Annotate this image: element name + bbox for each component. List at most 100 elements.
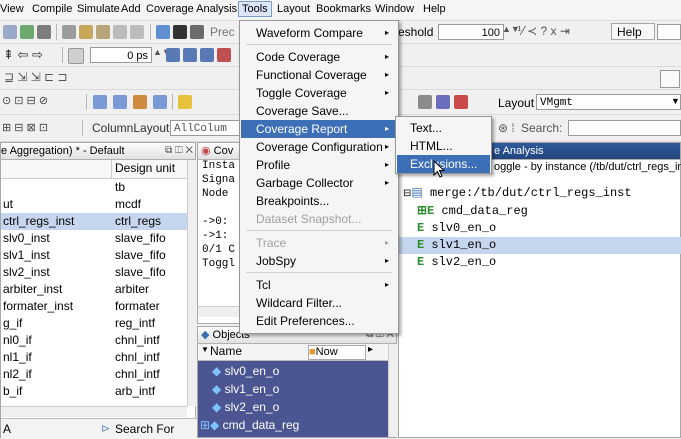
submenu-item-html[interactable]: HTML... xyxy=(397,137,490,155)
toggle-item-row[interactable]: E slv2_en_o xyxy=(399,254,681,271)
redo-icon[interactable] xyxy=(130,25,144,39)
menu-tools[interactable]: Tools xyxy=(238,1,272,17)
menu-item-coverage-report[interactable]: Coverage Report ▸ xyxy=(241,120,397,138)
structure-row[interactable]: nl2_if chnl_intf xyxy=(1,366,187,383)
run-all-icon[interactable] xyxy=(200,48,214,62)
open-icon[interactable] xyxy=(3,25,17,39)
menu-bookmarks[interactable]: Bookmarks xyxy=(316,3,371,15)
search-options-icon[interactable]: ⊛ ⁞ xyxy=(498,121,515,135)
copy-icon[interactable] xyxy=(79,25,93,39)
toggle-item-row[interactable]: ⊞E cmd_data_reg xyxy=(399,203,681,220)
hierarchy-icons[interactable]: ⊞ ⊟ ⊠ ⊡ xyxy=(2,121,48,134)
menu-item-breakpoints[interactable]: Breakpoints... xyxy=(241,192,397,210)
toggle-item-row[interactable]: E slv1_en_o xyxy=(399,237,681,254)
menu-help[interactable]: Help xyxy=(423,3,446,15)
menu-item-wildcard-filter[interactable]: Wildcard Filter... xyxy=(241,294,397,312)
wave-color-icon[interactable] xyxy=(133,95,147,109)
analysis-root[interactable]: ⊟▤ merge:/tb/dut/ctrl_regs_inst xyxy=(403,185,632,200)
chevron-down-icon[interactable]: ▼ xyxy=(671,96,680,106)
object-name: slv0_en_o xyxy=(224,364,280,378)
structure-row[interactable]: tb xyxy=(1,179,187,196)
object-row[interactable]: ◆ slv2_en_o xyxy=(212,399,279,415)
menu-item-waveform-compare[interactable]: Waveform Compare ▸ xyxy=(241,24,397,42)
objects-column-menu-icon[interactable]: ▸ xyxy=(368,344,373,355)
structure-row[interactable]: ut mcdf xyxy=(1,196,187,213)
menu-item-profile[interactable]: Profile ▸ xyxy=(241,156,397,174)
menu-item-jobspy[interactable]: JobSpy ▸ xyxy=(241,252,397,270)
structure-row[interactable]: slv2_inst slave_fifo xyxy=(1,264,187,281)
menu-layout[interactable]: Layout xyxy=(277,3,310,15)
search-go-icon[interactable]: ⊳ xyxy=(101,422,110,435)
undo-icon[interactable] xyxy=(113,25,127,39)
menu-item-tcl[interactable]: Tcl ▸ xyxy=(241,276,397,294)
objects-list: ◆ slv0_en_o ◆ slv1_en_o ◆ slv2_en_o ⊞◆ cmd_… xyxy=(198,361,388,437)
column-layout-select[interactable]: AllColum xyxy=(170,120,240,136)
structure-row[interactable]: nl1_if chnl_intf xyxy=(1,349,187,366)
toggle-item-row[interactable]: E slv0_en_o xyxy=(399,220,681,237)
search-for-label[interactable]: Search For xyxy=(115,422,174,436)
menu-item-edit-preferences[interactable]: Edit Preferences... xyxy=(241,312,397,330)
column-header-name[interactable]: Name xyxy=(210,344,242,358)
grid-icon[interactable] xyxy=(418,95,432,109)
continue-icon[interactable] xyxy=(183,48,197,62)
wave-add-icon[interactable] xyxy=(93,95,107,109)
object-row[interactable]: ◆ slv1_en_o xyxy=(212,381,279,397)
structure-row[interactable]: arbiter_inst arbiter xyxy=(1,281,187,298)
object-row[interactable]: ◆ slv0_en_o xyxy=(212,363,279,379)
menu-item-coverage-save[interactable]: Coverage Save... xyxy=(241,102,397,120)
wave-remove-icon[interactable] xyxy=(113,95,127,109)
refresh-icon[interactable] xyxy=(20,25,34,39)
toolbar-misc-icons[interactable]: ⅟ ≺ ? x ⇥ xyxy=(517,24,570,38)
structure-row[interactable]: nl0_if chnl_intf xyxy=(1,332,187,349)
structure-row[interactable]: slv0_inst slave_fifo xyxy=(1,230,187,247)
run-icon[interactable] xyxy=(166,48,180,62)
print-icon[interactable] xyxy=(37,25,51,39)
close-wave-icon[interactable] xyxy=(454,95,468,109)
menu-window[interactable]: Window xyxy=(375,3,414,15)
run-length-input[interactable]: 0 ps xyxy=(90,47,152,63)
binoculars-icon[interactable] xyxy=(173,25,187,39)
step-icons[interactable]: ⊙ ⊡ ⊟ ⊘ xyxy=(2,94,48,107)
submenu-item-text[interactable]: Text... xyxy=(397,119,490,137)
cut-icon[interactable] xyxy=(62,25,76,39)
cursor-icon[interactable] xyxy=(178,95,192,109)
objects-vertical-scrollbar[interactable] xyxy=(388,344,398,437)
wave-edit-icons[interactable]: ⊒ ⇲ ⇲ ⊏ ⊐ xyxy=(4,70,68,84)
menu-item-toggle-coverage[interactable]: Toggle Coverage ▸ xyxy=(241,84,397,102)
nav-arrows-icon[interactable]: ⇞ ⇦ ⇨ xyxy=(3,47,43,63)
find-icon[interactable] xyxy=(156,25,170,39)
menu-item-coverage-configuration[interactable]: Coverage Configuration ▸ xyxy=(241,138,397,156)
help-button[interactable]: Help xyxy=(611,23,655,40)
pane-window-controls-icon[interactable]: ⧉ ◫ ✕ xyxy=(165,143,193,159)
structure-row[interactable]: ctrl_regs_inst ctrl_regs xyxy=(1,213,187,230)
structure-row[interactable]: slv1_inst slave_fifo xyxy=(1,247,187,264)
menu-coverage-analysis[interactable]: Coverage Analysis xyxy=(146,3,237,15)
help-search-input[interactable] xyxy=(657,24,681,40)
menu-compile[interactable]: Compile xyxy=(32,3,72,15)
layout-icon[interactable] xyxy=(190,25,204,39)
structure-row[interactable]: formater_inst formater xyxy=(1,298,187,315)
search-input[interactable] xyxy=(568,120,681,136)
now-column-header[interactable]: ■Now xyxy=(308,345,366,360)
layout-select[interactable]: VMgmt xyxy=(536,94,681,110)
panel-toggle-button[interactable] xyxy=(660,70,680,88)
threshold-input[interactable]: 100 xyxy=(438,24,504,40)
structure-row[interactable]: b_if arb_intf xyxy=(1,383,187,400)
structure-row[interactable]: g_if reg_intf xyxy=(1,315,187,332)
paste-icon[interactable] xyxy=(96,25,110,39)
structure-vertical-scrollbar[interactable] xyxy=(187,160,197,406)
menu-add[interactable]: Add xyxy=(121,3,141,15)
menu-simulate[interactable]: Simulate xyxy=(77,3,120,15)
menu-item-garbage-collector[interactable]: Garbage Collector ▸ xyxy=(241,174,397,192)
object-row[interactable]: ⊞◆ cmd_data_reg xyxy=(200,417,299,433)
menu-item-functional-coverage[interactable]: Functional Coverage ▸ xyxy=(241,66,397,84)
structure-horizontal-scrollbar[interactable] xyxy=(1,406,187,417)
wave-group-icon[interactable] xyxy=(153,95,167,109)
menu-view[interactable]: View xyxy=(0,3,24,15)
menu-item-code-coverage[interactable]: Code Coverage ▸ xyxy=(241,48,397,66)
submenu-arrow-icon: ▸ xyxy=(384,280,389,289)
time-icon[interactable] xyxy=(68,48,84,64)
break-icon[interactable] xyxy=(217,48,231,62)
column-header-design-unit[interactable]: Design unit xyxy=(115,161,175,175)
zoom-icon[interactable] xyxy=(436,95,450,109)
